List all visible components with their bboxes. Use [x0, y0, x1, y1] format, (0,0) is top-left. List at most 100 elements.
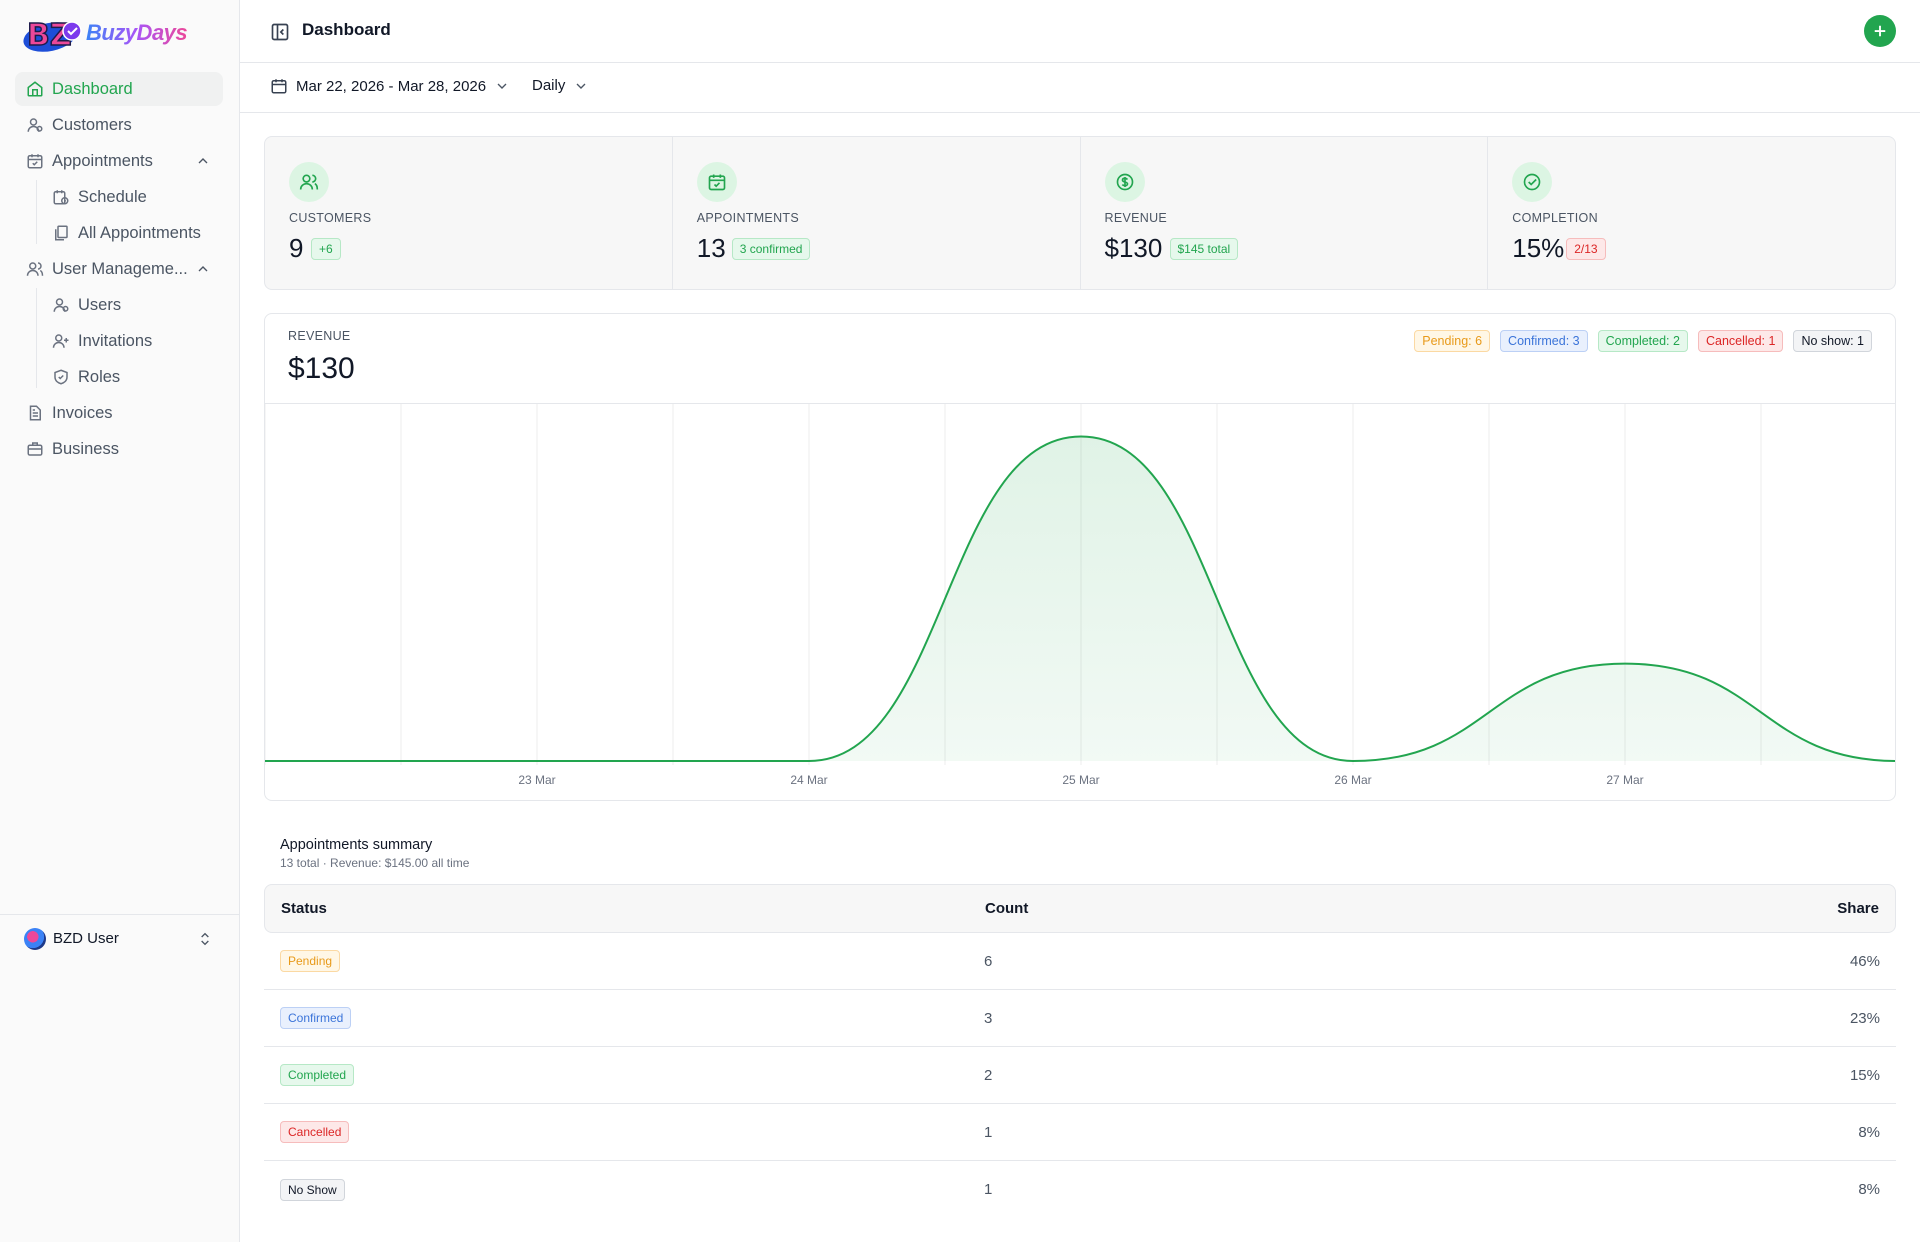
- calendar-icon: [271, 79, 287, 94]
- sidebar-nav: Dashboard Customers Appointments Schedul…: [15, 72, 223, 468]
- user-name: BZD User: [53, 930, 119, 947]
- revenue-label: REVENUE: [288, 329, 351, 343]
- status-badge: Completed: [280, 1064, 355, 1086]
- stat-label: CUSTOMERS: [289, 211, 372, 225]
- row-count: 6: [984, 952, 993, 970]
- sidebar-item-users[interactable]: Users: [41, 288, 223, 322]
- top-bar: Dashboard: [240, 0, 1920, 63]
- app-logo[interactable]: BZ BuzyDays: [22, 10, 192, 56]
- row-count: 1: [984, 1123, 993, 1141]
- chevron-up-icon[interactable]: [195, 261, 211, 277]
- plus-icon: [1874, 25, 1886, 37]
- stat-label: COMPLETION: [1512, 211, 1598, 225]
- stat-value: 9: [289, 233, 304, 263]
- legend-pending: Pending: 6: [1414, 330, 1491, 352]
- table-row[interactable]: Completed 2 15%: [264, 1047, 1896, 1104]
- dollar-circle-icon: [1104, 162, 1145, 202]
- sidebar-item-label: Users: [78, 295, 122, 314]
- chevron-up-icon[interactable]: [195, 153, 211, 169]
- page-title: Dashboard: [302, 20, 391, 39]
- chevron-down-icon: [576, 83, 586, 89]
- sidebar-item-label: Dashboard: [52, 79, 133, 98]
- stat-label: APPOINTMENTS: [696, 211, 799, 225]
- sidebar-item-appointments[interactable]: Appointments: [15, 144, 223, 178]
- stat-value: 13: [696, 233, 726, 263]
- sidebar-item-label: Roles: [78, 367, 121, 386]
- sidebar-item-label: Schedule: [78, 187, 147, 206]
- x-tick-label: 26 Mar: [1334, 773, 1371, 787]
- chevrons-up-down-icon: [201, 932, 209, 946]
- appointments-summary-table: Status Count Share Pending 6 46% Confirm…: [264, 884, 1896, 1218]
- sidebar-item-invitations[interactable]: Invitations: [41, 324, 223, 358]
- x-tick-label: 23 Mar: [518, 773, 555, 787]
- users-icon: [289, 162, 329, 202]
- sidebar-item-all-appointments[interactable]: All Appointments: [41, 216, 223, 250]
- x-tick-label: 27 Mar: [1606, 773, 1643, 787]
- stat-value: $130: [1104, 233, 1163, 263]
- sidebar-item-label: Customers: [52, 115, 132, 134]
- column-count[interactable]: Count: [985, 900, 1028, 917]
- row-share: 46%: [1849, 952, 1880, 970]
- sidebar-item-user-management[interactable]: User Manageme...: [15, 252, 223, 286]
- sidebar-item-dashboard[interactable]: Dashboard: [15, 72, 223, 106]
- shield-check-icon: [51, 367, 71, 387]
- x-tick-label: 24 Mar: [790, 773, 827, 787]
- legend-confirmed: Confirmed: 3: [1500, 330, 1588, 352]
- summary-title: Appointments summary: [280, 837, 433, 853]
- stat-badge: 3 confirmed: [731, 238, 811, 260]
- revenue-chart-card: REVENUE $130 Pending: 6 Confirmed: 3 Com…: [264, 313, 1896, 801]
- status-badge: Confirmed: [280, 1007, 352, 1029]
- user-cog-icon: [51, 295, 71, 315]
- avatar: [24, 927, 46, 950]
- table-row[interactable]: Pending 6 46%: [264, 933, 1896, 990]
- appointments-submenu: Schedule All Appointments: [15, 180, 223, 250]
- check-circle-icon: [1512, 162, 1553, 202]
- chart-header: REVENUE $130 Pending: 6 Confirmed: 3 Com…: [265, 314, 1895, 404]
- revenue-value: $130: [288, 352, 355, 385]
- date-range-picker[interactable]: Mar 22, 2026 - Mar 28, 2026: [270, 77, 518, 95]
- sidebar-item-invoices[interactable]: Invoices: [15, 396, 223, 430]
- stat-revenue: REVENUE $130 $145 total: [1081, 137, 1489, 289]
- column-status[interactable]: Status: [281, 900, 327, 917]
- sidebar-item-label: Invoices: [52, 403, 113, 422]
- sidebar-item-schedule[interactable]: Schedule: [41, 180, 223, 214]
- sidebar-item-label: Business: [52, 439, 119, 458]
- column-share[interactable]: Share: [1837, 900, 1879, 917]
- logo-mark-icon: BZ: [22, 11, 88, 55]
- stats-cards: CUSTOMERS 9 +6 APPOINTMENTS 13 3 confirm…: [264, 136, 1896, 290]
- sidebar-item-roles[interactable]: Roles: [41, 360, 223, 394]
- sidebar-item-customers[interactable]: Customers: [15, 108, 223, 142]
- sidebar-item-label: Invitations: [78, 331, 153, 350]
- briefcase-icon: [25, 439, 45, 459]
- table-row[interactable]: Cancelled 1 8%: [264, 1104, 1896, 1161]
- granularity-label: Daily: [532, 77, 566, 94]
- sidebar-toggle-icon[interactable]: [270, 22, 290, 42]
- x-tick-label: 25 Mar: [1062, 773, 1099, 787]
- status-badge: Pending: [280, 950, 341, 972]
- stat-badge: 2/13: [1566, 238, 1606, 260]
- file-text-icon: [25, 403, 45, 423]
- users-icon: [25, 259, 45, 279]
- row-share: 8%: [1858, 1181, 1880, 1198]
- chevron-down-icon: [497, 83, 507, 89]
- app-name: BuzyDays: [86, 20, 188, 45]
- user-menu[interactable]: BZD User: [0, 914, 239, 962]
- status-badge: Cancelled: [280, 1121, 350, 1143]
- stat-badge: +6: [311, 238, 341, 260]
- summary-subtitle: 13 total · Revenue: $145.00 all time: [280, 856, 470, 870]
- sidebar-item-business[interactable]: Business: [15, 432, 223, 466]
- calendar-clock-icon: [51, 187, 71, 207]
- sidebar-item-label: All Appointments: [78, 223, 201, 242]
- add-button[interactable]: [1864, 15, 1896, 47]
- row-share: 23%: [1849, 1009, 1880, 1027]
- legend-no-show: No show: 1: [1793, 330, 1872, 352]
- calendar-check-icon: [696, 162, 737, 202]
- row-count: 2: [984, 1066, 993, 1084]
- table-row[interactable]: Confirmed 3 23%: [264, 990, 1896, 1047]
- row-share: 8%: [1858, 1123, 1880, 1141]
- revenue-area-chart: 23 Mar 24 Mar 25 Mar 26 Mar 27 Mar: [265, 404, 1895, 787]
- stat-value: 15%: [1512, 233, 1565, 263]
- table-row[interactable]: No Show 1 8%: [264, 1161, 1896, 1218]
- status-legend: Pending: 6 Confirmed: 3 Completed: 2 Can…: [1414, 330, 1872, 352]
- granularity-select[interactable]: Daily: [532, 77, 589, 94]
